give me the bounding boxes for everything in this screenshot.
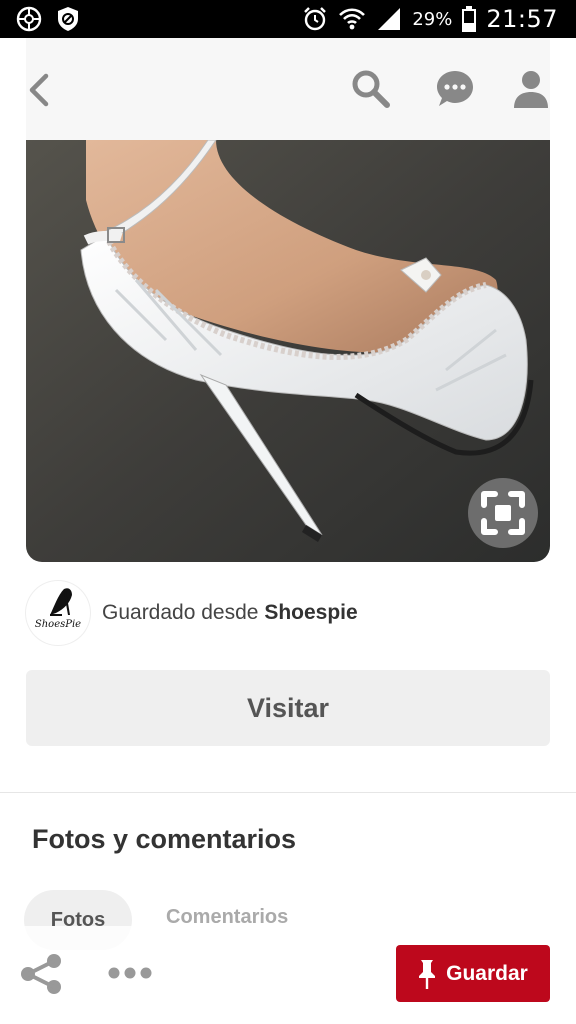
shield-icon: [58, 7, 78, 31]
bottom-action-bar: Guardar: [0, 926, 576, 1024]
source-attribution: Guardado desde Shoespie: [102, 601, 358, 625]
profile-icon[interactable]: [510, 68, 552, 110]
source-name[interactable]: Shoespie: [264, 601, 357, 624]
chat-bubble-icon[interactable]: [434, 68, 476, 110]
signal-icon: [378, 8, 401, 30]
save-button-label: Guardar: [446, 961, 528, 985]
pushpin-icon: [419, 959, 436, 989]
section-title: Fotos y comentarios: [32, 824, 297, 854]
battery-percent: 29%: [412, 8, 453, 30]
pin-image[interactable]: [26, 140, 550, 562]
visit-button-label: Visitar: [246, 692, 330, 723]
save-button[interactable]: Guardar: [396, 945, 550, 1002]
top-bar: [26, 38, 550, 140]
visual-search-button[interactable]: [468, 478, 538, 548]
search-icon[interactable]: [350, 68, 392, 110]
visit-button[interactable]: Visitar: [26, 670, 550, 746]
clock: 21:57: [486, 5, 558, 33]
source-prefix: Guardado desde: [102, 601, 259, 624]
source-logo[interactable]: ShoesPie: [26, 581, 90, 645]
chevron-left-icon[interactable]: [26, 72, 52, 108]
alarm-icon: [304, 7, 327, 31]
wifi-icon: [339, 8, 366, 30]
source-row[interactable]: ShoesPie Guardado desde Shoespie: [26, 580, 550, 646]
more-options-icon[interactable]: [106, 964, 154, 982]
app-notification-icon: [16, 6, 42, 32]
share-icon[interactable]: [20, 954, 64, 994]
status-bar: 29% 21:57: [0, 0, 576, 38]
visual-search-icon: [481, 491, 525, 535]
divider: [0, 792, 576, 793]
high-heel-logo-icon: [50, 588, 72, 616]
source-logo-text: ShoesPie: [34, 619, 82, 630]
battery-icon: [462, 6, 477, 32]
